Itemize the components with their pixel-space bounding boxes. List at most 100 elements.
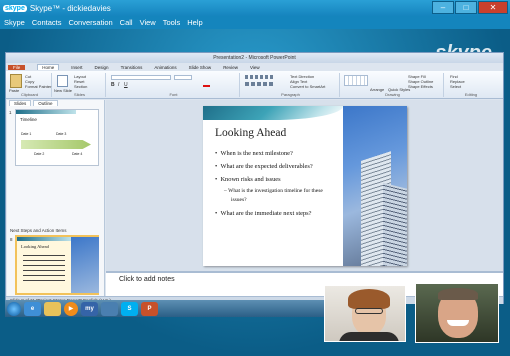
powerpoint-taskbar-icon[interactable]: P	[141, 301, 158, 316]
slide-bullet: • What are the immediate next steps?	[215, 210, 312, 217]
tab-animations[interactable]: Animations	[154, 65, 176, 70]
timeline-label: Date 2	[34, 152, 45, 156]
slide-title[interactable]: Looking Ahead	[215, 127, 286, 139]
slides-label: Slides	[74, 92, 85, 97]
new-slide-icon[interactable]	[57, 75, 68, 87]
italic-icon[interactable]: I	[118, 82, 119, 88]
building-photo	[343, 106, 407, 266]
windows-icon[interactable]	[7, 301, 21, 316]
window-controls: – □ ✕	[431, 1, 508, 14]
thumbnail-number: 1	[9, 110, 12, 115]
panel-tabs: Slides Outline	[7, 100, 105, 106]
slide-sub-bullet-cont: issues?	[231, 197, 247, 203]
tab-outline[interactable]: Outline	[33, 100, 58, 106]
slide-thumbnail[interactable]: 1 Timeline Date 1 Date 2 Date 3 Date 4	[9, 109, 99, 166]
paste-icon[interactable]	[10, 74, 22, 88]
skype-menu-bar: Skype Contacts Conversation Call View To…	[0, 16, 510, 29]
slide-editor: Looking Ahead • When is the next milesto…	[106, 100, 503, 271]
timeline-label: Date 4	[72, 152, 83, 156]
group-drawing: Arrange Quick Styles Shape Fill Shape Ou…	[342, 73, 444, 97]
tab-insert[interactable]: Insert	[71, 65, 82, 70]
slide-thumbnail-selected[interactable]: 8 Looking Ahead	[10, 235, 99, 295]
group-clipboard: Paste Cut Copy Format Painter Clipboard	[8, 73, 52, 97]
font-size-select[interactable]	[174, 75, 192, 80]
align-icon[interactable]	[245, 82, 275, 86]
shape-effects-button[interactable]: Shape Effects	[408, 84, 433, 89]
font-color-icon[interactable]	[203, 82, 210, 87]
powerpoint-window: Presentation2 - Microsoft PowerPoint Fil…	[5, 52, 504, 304]
thumbnail-title: Looking Ahead	[21, 244, 49, 249]
tab-design[interactable]: Design	[95, 65, 109, 70]
taskbar: e ▶ my S P	[5, 300, 325, 317]
menu-conversation[interactable]: Conversation	[68, 18, 112, 27]
tab-file[interactable]: File	[8, 64, 26, 70]
group-paragraph: Text Direction Align Text Convert to Sma…	[242, 73, 340, 97]
network-icon[interactable]	[101, 301, 118, 316]
group-editing: Find Replace Select Editing	[446, 73, 496, 97]
menu-call[interactable]: Call	[120, 18, 133, 27]
tab-transitions[interactable]: Transitions	[121, 65, 143, 70]
slides-panel: Slides Outline 1 Timeline Date 1 Date 2 …	[7, 100, 105, 296]
timeline-label: Date 3	[56, 132, 67, 136]
tab-slides[interactable]: Slides	[9, 100, 32, 106]
menu-help[interactable]: Help	[187, 18, 202, 27]
thumbnail-bullets	[23, 253, 65, 281]
remote-video-feed	[415, 283, 499, 343]
underline-icon[interactable]: U	[124, 82, 128, 88]
section-header[interactable]: Next Steps and Action Items	[10, 228, 67, 233]
group-font: B I U Font	[108, 73, 240, 97]
clipboard-label: Clipboard	[20, 92, 39, 97]
bullets-icon[interactable]	[245, 75, 275, 79]
smile	[447, 320, 469, 326]
tab-slide-show[interactable]: Slide Show	[189, 65, 212, 70]
menu-skype[interactable]: Skype	[4, 18, 25, 27]
timeline-label: Date 1	[21, 132, 32, 136]
tab-view[interactable]: View	[250, 65, 260, 70]
bold-icon[interactable]: B	[111, 82, 115, 88]
section-button[interactable]: Section	[74, 84, 87, 89]
paragraph-label: Paragraph	[281, 92, 300, 97]
person-shoulders	[339, 332, 399, 341]
current-slide[interactable]: Looking Ahead • When is the next milesto…	[203, 106, 407, 266]
person-hair	[348, 289, 390, 309]
timeline-arrow	[21, 140, 91, 149]
internet-explorer-icon[interactable]: e	[24, 301, 41, 316]
thumbnail-swoosh	[16, 110, 76, 114]
select-button[interactable]: Select	[450, 84, 461, 89]
menu-view[interactable]: View	[140, 18, 156, 27]
font-family-select[interactable]	[111, 75, 171, 80]
menu-tools[interactable]: Tools	[163, 18, 181, 27]
person-hair	[438, 288, 478, 300]
editing-label: Editing	[464, 92, 478, 97]
media-player-icon[interactable]: ▶	[64, 301, 78, 316]
slide-bullet: • What are the expected deliverables?	[215, 163, 313, 170]
glasses	[355, 308, 383, 314]
tab-review[interactable]: Review	[223, 65, 238, 70]
folder-icon[interactable]	[44, 301, 61, 316]
shapes-gallery[interactable]	[344, 75, 368, 86]
slide-sub-bullet: – What is the investigation timeline for…	[224, 188, 323, 194]
thumbnail-photo	[71, 237, 99, 293]
drawing-label: Drawing	[385, 92, 400, 97]
slide-swoosh	[203, 106, 343, 120]
font-label: Font	[169, 92, 178, 97]
maximize-button[interactable]: □	[455, 1, 477, 14]
powerpoint-title: Presentation2 - Microsoft PowerPoint	[6, 53, 503, 63]
window-title: Skype™ - dickiedavies	[29, 3, 111, 13]
slide-bullet: • Known risks and issues	[215, 176, 281, 183]
self-video-feed	[324, 285, 406, 342]
thumbnail-title: Timeline	[20, 117, 37, 122]
minimize-button[interactable]: –	[432, 1, 454, 14]
skype-taskbar-icon[interactable]: S	[121, 301, 138, 316]
skype-title-bar: skype Skype™ - dickiedavies – □ ✕	[0, 0, 510, 16]
ribbon: Paste Cut Copy Format Painter Clipboard …	[6, 71, 503, 99]
close-button[interactable]: ✕	[478, 1, 508, 14]
format-painter-button[interactable]: Format Painter	[25, 84, 51, 89]
menu-contacts[interactable]: Contacts	[32, 18, 62, 27]
convert-smartart-button[interactable]: Convert to SmartArt	[290, 84, 325, 89]
thumbnail-swoosh	[17, 237, 72, 241]
my-app-icon[interactable]: my	[81, 301, 98, 316]
slide-bullet: • When is the next milestone?	[215, 150, 293, 157]
tab-home[interactable]: Home	[37, 64, 60, 70]
group-slides: New Slide Layout Reset Section Slides	[54, 73, 106, 97]
